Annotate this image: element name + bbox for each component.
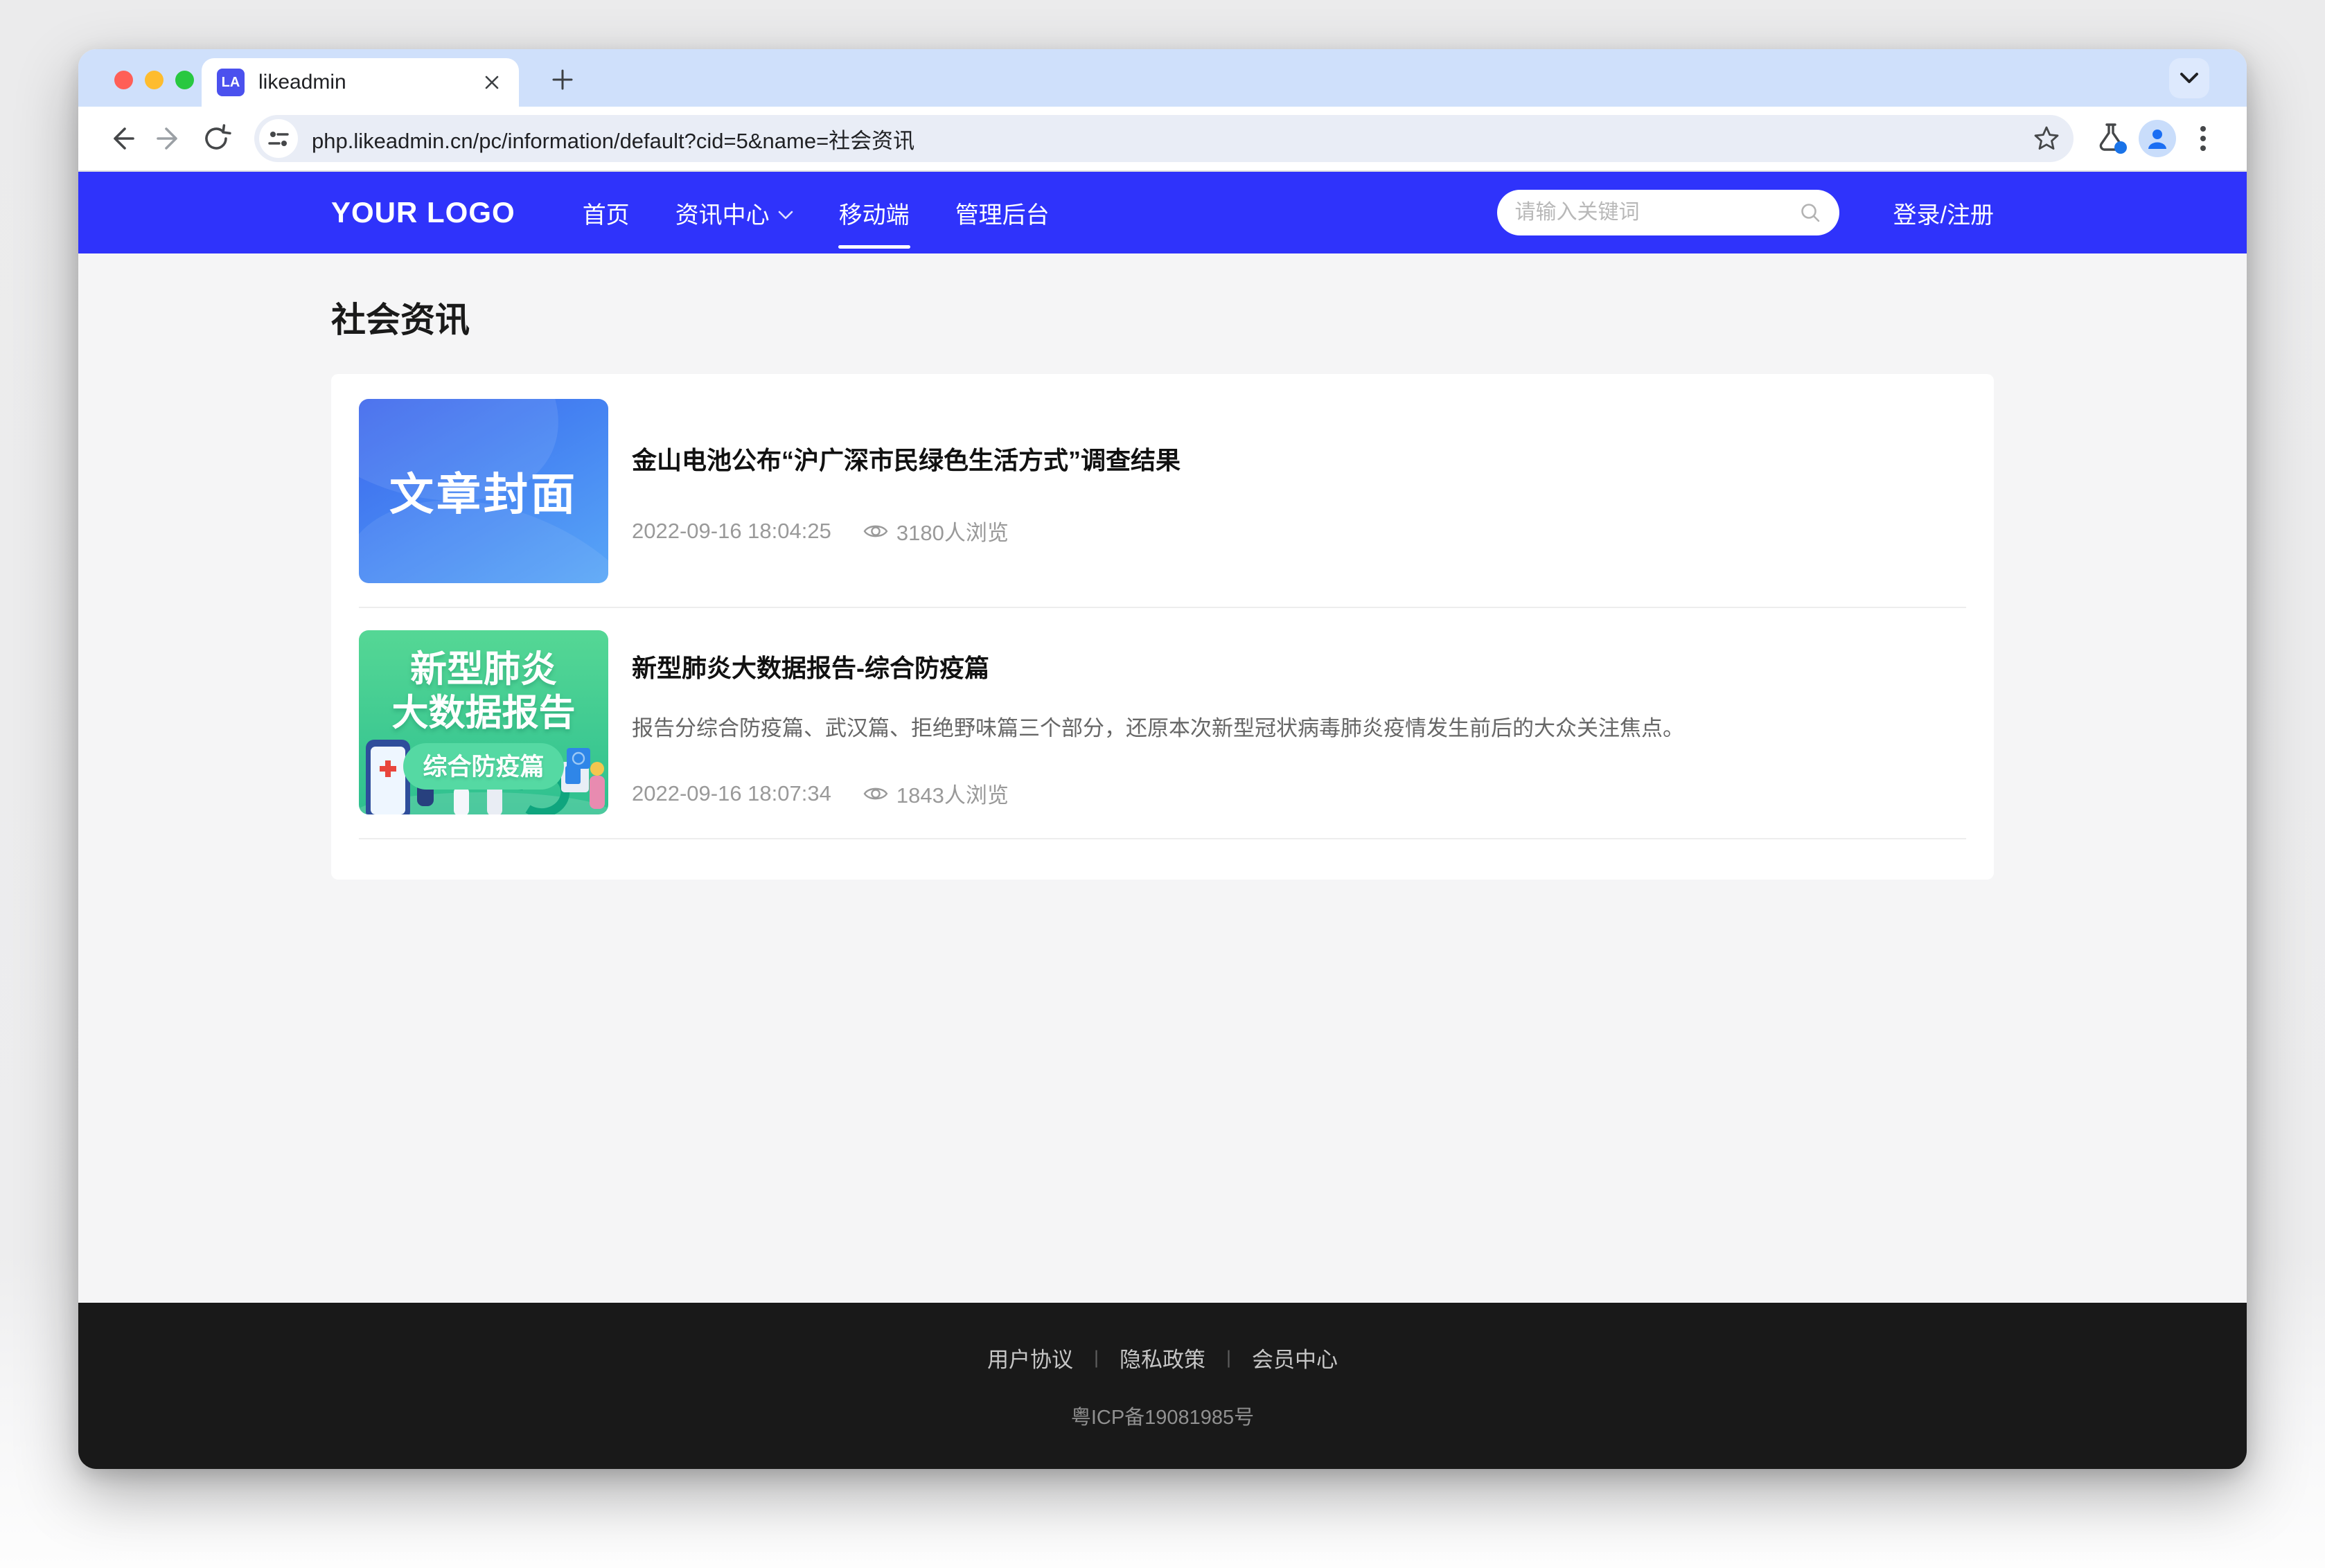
zoom-window-button[interactable] <box>175 71 194 89</box>
article-views: 3180人浏览 <box>896 515 1009 546</box>
nav-item-news-center[interactable]: 资讯中心 <box>653 196 816 230</box>
article-meta: 2022-09-16 18:07:34 1843人浏览 <box>632 778 1966 809</box>
close-window-button[interactable] <box>114 71 133 89</box>
forward-icon[interactable] <box>149 118 189 159</box>
footer-links: 用户协议 | 隐私政策 | 会员中心 <box>987 1342 1338 1373</box>
url-bar[interactable]: php.likeadmin.cn/pc/information/default?… <box>254 115 2074 162</box>
tab-search-button[interactable] <box>2169 58 2209 98</box>
tab-strip: LA likeadmin <box>78 49 2247 107</box>
article-list-card: 文章封面 金山电池公布“沪广深市民绿色生活方式”调查结果 2022-09-16 … <box>331 374 1994 880</box>
profile-avatar[interactable] <box>2139 120 2176 157</box>
minimize-window-button[interactable] <box>145 71 163 89</box>
eye-icon <box>863 522 888 540</box>
eye-icon <box>863 785 888 803</box>
reload-icon[interactable] <box>196 118 236 159</box>
thumbnail-caption: 文章封面 <box>389 459 578 523</box>
traffic-lights <box>114 71 194 89</box>
article-thumbnail[interactable]: 文章封面 <box>359 399 608 583</box>
back-icon[interactable] <box>102 118 142 159</box>
chevron-down-icon <box>778 199 793 226</box>
url-text[interactable]: php.likeadmin.cn/pc/information/default?… <box>312 123 2029 154</box>
tab-favicon: LA <box>217 69 245 96</box>
thumbnail-badge: 综合防疫篇 <box>403 743 563 790</box>
search-box[interactable] <box>1497 190 1839 235</box>
article-date: 2022-09-16 18:07:34 <box>632 781 831 806</box>
page-title: 社会资讯 <box>331 292 1994 342</box>
nav-item-mobile[interactable]: 移动端 <box>816 196 932 230</box>
nav-item-label: 资讯中心 <box>675 196 770 230</box>
article-title[interactable]: 新型肺炎大数据报告-综合防疫篇 <box>632 630 1966 684</box>
site-footer: 用户协议 | 隐私政策 | 会员中心 粤ICP备19081985号 <box>78 1303 2247 1469</box>
browser-tab[interactable]: LA likeadmin <box>202 58 519 107</box>
browser-window: LA likeadmin <box>78 49 2247 1469</box>
footer-separator: | <box>1226 1347 1231 1369</box>
nav-item-label: 首页 <box>583 196 630 230</box>
site-navbar: YOUR LOGO 首页 资讯中心 移动端 管理后台 <box>78 172 2247 253</box>
browser-toolbar: php.likeadmin.cn/pc/information/default?… <box>78 107 2247 172</box>
article-meta: 2022-09-16 18:04:25 3180人浏览 <box>632 515 1966 546</box>
page-body: 社会资讯 文章封面 金山电池公布“沪广深市民绿色生活方式”调查结果 2022-0… <box>78 253 2247 1303</box>
article-thumbnail[interactable]: 新型肺炎 大数据报告 综合防疫篇 <box>359 630 608 814</box>
article-views: 1843人浏览 <box>896 778 1009 809</box>
footer-link-member-center[interactable]: 会员中心 <box>1252 1342 1338 1373</box>
footer-separator: | <box>1094 1347 1099 1369</box>
nav-menu: 首页 资讯中心 移动端 管理后台 <box>560 196 1072 230</box>
active-nav-underline <box>838 245 910 249</box>
article-title[interactable]: 金山电池公布“沪广深市民绿色生活方式”调查结果 <box>632 399 1966 476</box>
article-date: 2022-09-16 18:04:25 <box>632 519 831 544</box>
site-info-icon[interactable] <box>259 119 298 158</box>
browser-menu-icon[interactable] <box>2183 118 2223 159</box>
article-description: 报告分综合防疫篇、武汉篇、拒绝野味篇三个部分，还原本次新型冠状病毒肺炎疫情发生前… <box>632 713 1966 743</box>
nav-item-home[interactable]: 首页 <box>560 196 653 230</box>
tab-close-icon[interactable] <box>480 71 504 94</box>
bookmark-star-icon[interactable] <box>2029 121 2064 156</box>
site-logo[interactable]: YOUR LOGO <box>331 196 515 229</box>
nav-item-label: 移动端 <box>839 196 910 230</box>
search-input[interactable] <box>1515 201 1799 224</box>
new-tab-button[interactable] <box>544 61 581 98</box>
article-list-item[interactable]: 新型肺炎 大数据报告 综合防疫篇 <box>359 630 1966 839</box>
experiments-flask-icon[interactable] <box>2092 118 2132 159</box>
footer-icp: 粤ICP备19081985号 <box>1071 1401 1254 1430</box>
login-register-link[interactable]: 登录/注册 <box>1893 196 1994 230</box>
tab-title: likeadmin <box>258 71 480 94</box>
nav-item-label: 管理后台 <box>955 196 1050 230</box>
footer-link-privacy-policy[interactable]: 隐私政策 <box>1120 1342 1205 1373</box>
nav-item-admin[interactable]: 管理后台 <box>932 196 1072 230</box>
footer-link-user-agreement[interactable]: 用户协议 <box>987 1342 1073 1373</box>
search-icon[interactable] <box>1799 202 1821 224</box>
thumbnail-caption: 大数据报告 <box>392 692 576 736</box>
thumbnail-caption: 新型肺炎 <box>410 648 557 692</box>
article-list-item[interactable]: 文章封面 金山电池公布“沪广深市民绿色生活方式”调查结果 2022-09-16 … <box>359 399 1966 608</box>
